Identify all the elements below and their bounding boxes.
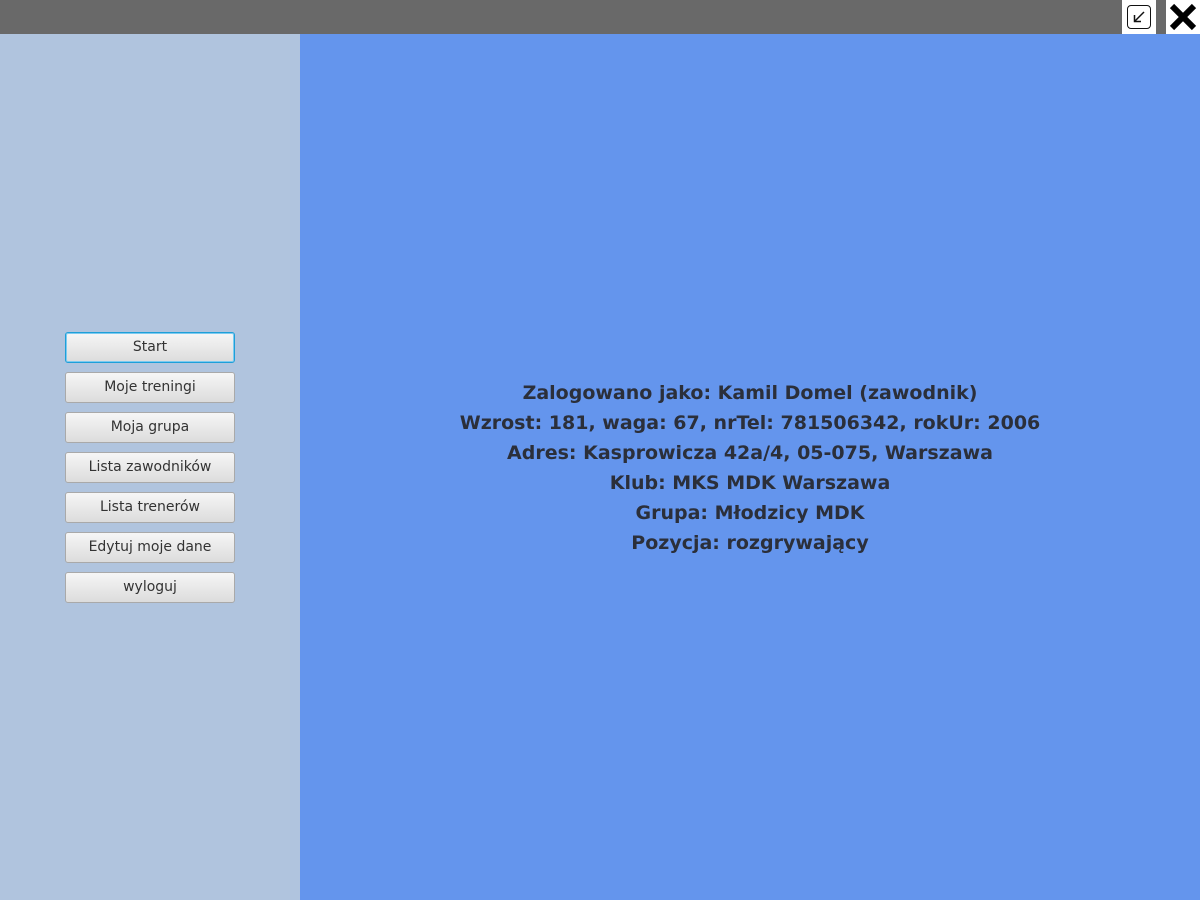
logout-button[interactable]: wyloguj [65, 572, 235, 603]
group-text: Grupa: Młodzicy MDK [635, 502, 865, 524]
body-stats-text: Wzrost: 181, waga: 67, nrTel: 781506342,… [459, 412, 1041, 434]
minimize-button[interactable] [1122, 0, 1156, 34]
logged-in-as-text: Zalogowano jako: Kamil Domel (zawodnik) [522, 382, 978, 404]
close-x-icon [1169, 3, 1197, 31]
edit-my-data-button[interactable]: Edytuj moje dane [65, 532, 235, 563]
start-button[interactable]: Start [65, 332, 235, 363]
close-button[interactable] [1166, 0, 1200, 34]
profile-info: Zalogowano jako: Kamil Domel (zawodnik) … [300, 378, 1200, 558]
sidebar: Start Moje treningi Moja grupa Lista zaw… [0, 34, 300, 900]
app-window: Start Moje treningi Moja grupa Lista zaw… [0, 0, 1200, 900]
position-text: Pozycja: rozgrywający [631, 532, 869, 554]
address-text: Adres: Kasprowicza 42a/4, 05-075, Warsza… [507, 442, 993, 464]
minimize-arrow-icon [1127, 5, 1151, 29]
main-panel: Zalogowano jako: Kamil Domel (zawodnik) … [300, 34, 1200, 900]
my-group-button[interactable]: Moja grupa [65, 412, 235, 443]
club-text: Klub: MKS MDK Warszawa [609, 472, 891, 494]
my-trainings-button[interactable]: Moje treningi [65, 372, 235, 403]
title-bar[interactable] [0, 0, 1200, 34]
coaches-list-button[interactable]: Lista trenerów [65, 492, 235, 523]
players-list-button[interactable]: Lista zawodników [65, 452, 235, 483]
